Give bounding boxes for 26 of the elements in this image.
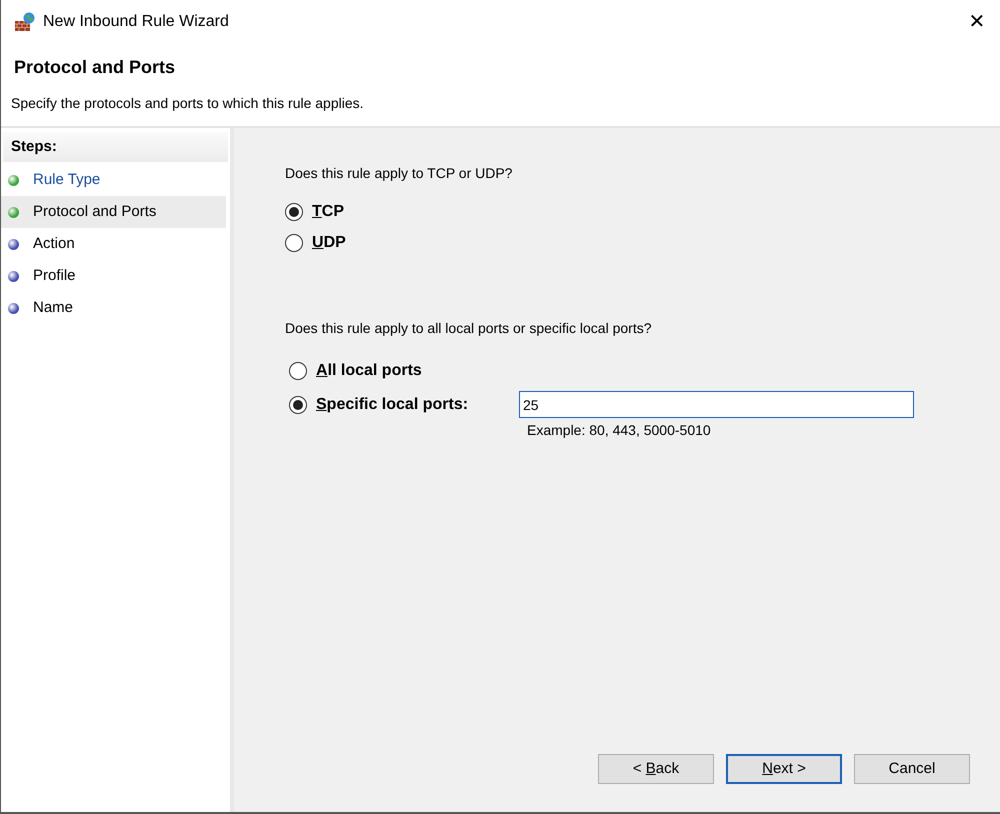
ports-input-field[interactable]: 25 [519, 391, 914, 418]
window-title: New Inbound Rule Wizard [43, 12, 229, 32]
wizard-button[interactable]: Next > [726, 754, 842, 784]
option-label[interactable]: UDP [312, 231, 346, 255]
option-label[interactable]: TCP [312, 200, 344, 224]
wizard-button[interactable]: Cancel [854, 754, 970, 784]
radio-button[interactable] [289, 396, 307, 414]
firewall-globe-icon [14, 12, 36, 32]
close-button[interactable]: ✕ [954, 0, 1000, 44]
radio-button[interactable] [285, 234, 303, 252]
page-description: Specify the protocols and ports to which this rule applies. [11, 94, 365, 113]
radio-button[interactable] [285, 203, 303, 221]
radio-button[interactable] [289, 362, 307, 380]
option-label[interactable]: Specific local ports: [316, 392, 519, 416]
steps-heading: Steps: [11, 136, 57, 157]
question-text: Does this rule apply to TCP or UDP? [285, 164, 514, 183]
step-item[interactable]: Name [1, 292, 226, 324]
step-item[interactable]: Action [1, 228, 226, 260]
option-label[interactable]: All local ports [316, 359, 519, 383]
step-item[interactable]: Profile [1, 260, 226, 292]
step-item[interactable]: Protocol and Ports [1, 196, 226, 228]
question-text: Does this rule apply to all local ports or specific local ports? [285, 319, 653, 338]
wizard-button[interactable]: < Back [598, 754, 714, 784]
page-heading: Protocol and Ports [14, 56, 176, 79]
step-item[interactable]: Rule Type [1, 164, 226, 196]
example-hint: Example: 80, 443, 5000-5010 [527, 421, 712, 440]
